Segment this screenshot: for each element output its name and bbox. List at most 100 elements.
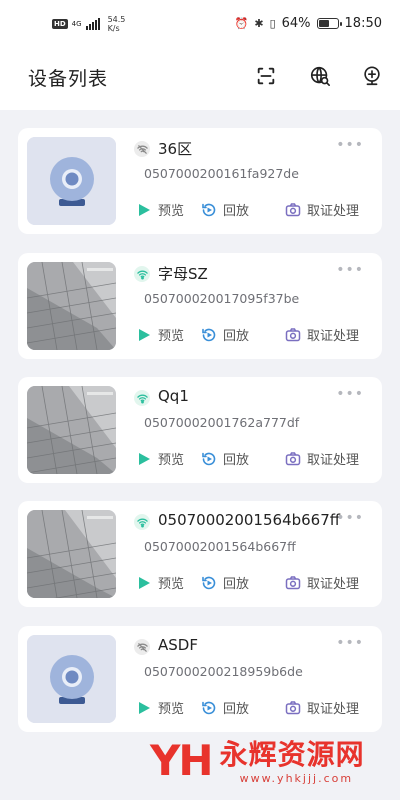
play-icon — [136, 575, 152, 591]
preview-label: 预览 — [158, 204, 185, 219]
device-thumbnail[interactable] — [27, 635, 116, 723]
device-name: ASDF — [158, 636, 198, 654]
device-name: Qq1 — [158, 387, 189, 405]
playback-button[interactable]: 回放 — [201, 200, 249, 219]
device-thumbnail[interactable] — [27, 510, 116, 598]
more-options-icon[interactable]: ••• — [336, 263, 364, 277]
wifi-offline-icon — [134, 639, 150, 655]
battery-percent: 64% — [281, 16, 311, 31]
scan-icon[interactable] — [254, 64, 278, 88]
preview-label: 预览 — [158, 453, 185, 468]
more-options-icon[interactable]: ••• — [336, 387, 364, 401]
evidence-label: 取证处理 — [307, 453, 360, 468]
evidence-label: 取证处理 — [307, 577, 360, 592]
playback-icon — [201, 575, 217, 591]
device-card[interactable]: 36区 ••• 0507000200161fa927de 预览 回放 取证处理 — [18, 128, 382, 234]
battery-icon — [316, 18, 342, 29]
wifi-offline-icon — [134, 141, 150, 157]
device-serial: 0507000200218959b6de — [144, 664, 303, 679]
playback-icon — [201, 202, 217, 218]
preview-button[interactable]: 预览 — [136, 698, 184, 717]
watermark: YH 永辉资源网 www.yhkjjj.com — [150, 736, 365, 786]
evidence-label: 取证处理 — [307, 702, 360, 717]
evidence-button[interactable]: 取证处理 — [285, 698, 359, 717]
status-bar: HD 4G 54.5 K/s ⏰ ✱ ▯ 64% 18:50 — [0, 0, 400, 50]
network-type: 4G — [71, 19, 82, 28]
evidence-button[interactable]: 取证处理 — [285, 325, 359, 344]
playback-label: 回放 — [223, 204, 250, 219]
add-camera-icon[interactable] — [360, 64, 384, 88]
play-icon — [136, 327, 152, 343]
more-options-icon[interactable]: ••• — [336, 138, 364, 152]
device-serial: 05070002001762a777df — [144, 415, 300, 430]
wifi-online-icon — [134, 266, 150, 282]
playback-button[interactable]: 回放 — [201, 573, 249, 592]
device-thumbnail[interactable] — [27, 137, 116, 225]
camera-icon — [285, 202, 301, 218]
preview-button[interactable]: 预览 — [136, 449, 184, 468]
playback-icon — [201, 451, 217, 467]
camera-icon — [285, 700, 301, 716]
preview-label: 预览 — [158, 702, 185, 717]
network-speed: 54.5 K/s — [108, 15, 126, 33]
play-icon — [136, 700, 152, 716]
playback-icon — [201, 327, 217, 343]
device-name: 36区 — [158, 140, 193, 158]
playback-button[interactable]: 回放 — [201, 698, 249, 717]
playback-button[interactable]: 回放 — [201, 325, 249, 344]
watermark-logo: YH — [150, 736, 214, 785]
device-card[interactable]: ASDF ••• 0507000200218959b6de 预览 回放 取证处理 — [18, 626, 382, 732]
status-left: HD 4G 54.5 K/s — [52, 15, 125, 33]
device-serial: 05070002001564b667ff — [144, 539, 296, 554]
alarm-icon: ⏰ — [234, 17, 249, 30]
device-thumbnail[interactable] — [27, 386, 116, 474]
evidence-label: 取证处理 — [307, 204, 360, 219]
device-name: 字母SZ — [158, 265, 208, 283]
preview-button[interactable]: 预览 — [136, 573, 184, 592]
wifi-online-icon — [134, 514, 150, 530]
globe-search-icon[interactable] — [308, 64, 332, 88]
device-card[interactable]: Qq1 ••• 05070002001762a777df 预览 回放 取证处理 — [18, 377, 382, 483]
wifi-online-icon — [134, 390, 150, 406]
preview-label: 预览 — [158, 577, 185, 592]
preview-button[interactable]: 预览 — [136, 325, 184, 344]
playback-label: 回放 — [223, 702, 250, 717]
playback-label: 回放 — [223, 329, 250, 344]
preview-button[interactable]: 预览 — [136, 200, 184, 219]
more-options-icon[interactable]: ••• — [336, 636, 364, 650]
status-right: ⏰ ✱ ▯ 64% 18:50 — [235, 16, 382, 31]
playback-label: 回放 — [223, 577, 250, 592]
clock: 18:50 — [344, 16, 382, 31]
camera-icon — [285, 327, 301, 343]
watermark-text: 永辉资源网 www.yhkjjj.com — [220, 738, 365, 785]
evidence-button[interactable]: 取证处理 — [285, 200, 359, 219]
play-icon — [136, 451, 152, 467]
device-thumbnail[interactable] — [27, 262, 116, 350]
evidence-button[interactable]: 取证处理 — [285, 573, 359, 592]
watermark-url: www.yhkjjj.com — [239, 772, 354, 785]
device-serial: 0507000200161fa927de — [144, 166, 299, 181]
camera-icon — [285, 451, 301, 467]
speed-value: 54.5 — [107, 15, 126, 24]
speed-unit: K/s — [107, 24, 120, 33]
app-header: 设备列表 — [0, 50, 400, 110]
device-serial: 050700020017095f37be — [144, 291, 300, 306]
playback-icon — [201, 700, 217, 716]
page-title: 设备列表 — [28, 68, 109, 90]
playback-label: 回放 — [223, 453, 250, 468]
play-icon — [136, 202, 152, 218]
watermark-name: 永辉资源网 — [219, 738, 365, 771]
camera-icon — [285, 575, 301, 591]
preview-label: 预览 — [158, 329, 185, 344]
bluetooth-icon: ✱ — [254, 17, 264, 30]
device-card[interactable]: 字母SZ ••• 050700020017095f37be 预览 回放 取证处理 — [18, 253, 382, 359]
vibrate-icon: ▯ — [269, 17, 276, 30]
evidence-label: 取证处理 — [307, 329, 360, 344]
device-card[interactable]: 05070002001564b667ff ••• 05070002001564b… — [18, 501, 382, 607]
device-name: 05070002001564b667ff — [158, 511, 341, 529]
more-options-icon[interactable]: ••• — [336, 511, 364, 525]
evidence-button[interactable]: 取证处理 — [285, 449, 359, 468]
hd-badge: HD — [52, 19, 68, 29]
signal-icon — [85, 18, 100, 30]
playback-button[interactable]: 回放 — [201, 449, 249, 468]
